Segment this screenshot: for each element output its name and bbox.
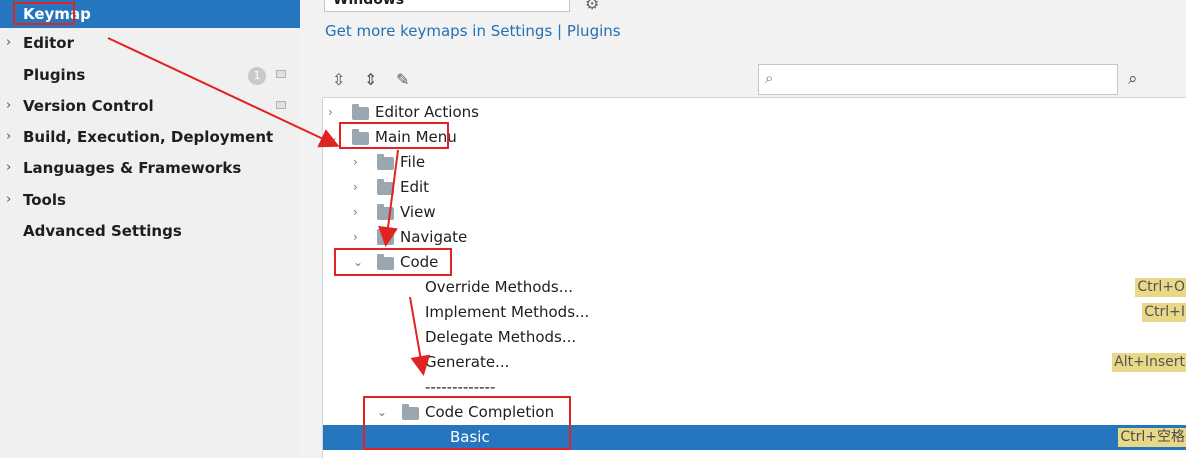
sidebar-item-tools[interactable]: › Tools — [0, 186, 300, 214]
sidebar-item-label: Editor — [23, 34, 74, 52]
tree-row-edit[interactable]: › Edit — [323, 175, 1186, 200]
tree-row-override-methods[interactable]: Override Methods... Ctrl+O — [323, 275, 1186, 300]
folder-icon — [352, 104, 369, 120]
project-level-icon — [276, 70, 286, 78]
tree-row-implement-methods[interactable]: Implement Methods... Ctrl+I — [323, 300, 1186, 325]
tree-row-label: Implement Methods... — [425, 303, 590, 321]
sidebar-item-label: Advanced Settings — [23, 222, 182, 240]
tree-row-navigate[interactable]: › Navigate — [323, 225, 1186, 250]
sidebar-item-label: Version Control — [23, 97, 154, 115]
sidebar-item-advanced-settings[interactable]: Advanced Settings — [0, 217, 300, 245]
tree-row-label: Override Methods... — [425, 278, 574, 296]
project-level-icon — [276, 101, 286, 109]
sidebar-item-label: Build, Execution, Deployment — [23, 128, 274, 146]
sidebar-item-editor[interactable]: › Editor — [0, 29, 300, 57]
folder-icon — [377, 229, 394, 245]
chevron-right-icon[interactable]: › — [353, 225, 358, 250]
tree-row-code[interactable]: ⌄ Code — [323, 250, 1186, 275]
sidebar-item-label: Languages & Frameworks — [23, 159, 242, 177]
keymap-dropdown[interactable]: Windows — [324, 0, 570, 12]
sidebar-item-version-control[interactable]: › Version Control — [0, 92, 300, 120]
keymap-panel: Windows ⚙ Get more keymaps in Settings |… — [300, 0, 1186, 458]
shortcut-badge: Ctrl+O — [1135, 278, 1186, 297]
gear-icon[interactable]: ⚙ — [585, 0, 599, 13]
shortcut-badge: Alt+Insert — [1112, 353, 1186, 372]
folder-icon — [377, 154, 394, 170]
chevron-right-icon[interactable]: › — [6, 29, 11, 57]
tree-row-generate[interactable]: Generate... Alt+Insert — [323, 350, 1186, 375]
sidebar-item-plugins[interactable]: Plugins 1 — [0, 61, 300, 89]
tree-row-delegate-methods[interactable]: Delegate Methods... — [323, 325, 1186, 350]
annotation-box-code — [334, 248, 452, 276]
tree-row-label: View — [400, 203, 436, 221]
tree-row-label: File — [400, 153, 426, 171]
tree-row-label: Delegate Methods... — [425, 328, 577, 346]
tree-row-file[interactable]: › File — [323, 150, 1186, 175]
folder-icon — [377, 204, 394, 220]
folder-icon — [377, 179, 394, 195]
search-input[interactable]: ⌕ — [758, 64, 1118, 95]
chevron-right-icon[interactable]: › — [6, 186, 11, 214]
chevron-right-icon[interactable]: › — [353, 200, 358, 225]
edit-pencil-icon[interactable]: ✎ — [396, 70, 409, 89]
search-icon[interactable]: ⌕ — [765, 69, 773, 87]
notification-badge: 1 — [248, 67, 266, 85]
chevron-right-icon[interactable]: › — [6, 154, 11, 182]
sidebar-item-label: Tools — [23, 191, 66, 209]
tree-row-label: Navigate — [400, 228, 468, 246]
chevron-right-icon[interactable]: › — [6, 92, 11, 120]
shortcut-badge: Ctrl+I — [1142, 303, 1186, 322]
annotation-box-main-menu — [339, 122, 449, 149]
find-by-shortcut-icon[interactable]: ⌕ — [1128, 69, 1138, 89]
chevron-right-icon[interactable]: › — [6, 123, 11, 151]
sidebar-item-build[interactable]: › Build, Execution, Deployment — [0, 123, 300, 151]
chevron-down-icon[interactable]: ⌄ — [328, 125, 338, 150]
sidebar-item-languages[interactable]: › Languages & Frameworks — [0, 154, 300, 182]
shortcut-badge: Ctrl+空格 — [1118, 428, 1186, 447]
tree-row-main-menu[interactable]: ⌄ Main Menu — [323, 125, 1186, 150]
tree-row-label: Generate... — [425, 353, 510, 371]
expand-all-icon[interactable]: ⇳ — [332, 70, 345, 89]
get-more-keymaps-link[interactable]: Get more keymaps in Settings | Plugins — [325, 22, 621, 40]
chevron-right-icon[interactable]: › — [328, 100, 333, 125]
chevron-right-icon[interactable]: › — [353, 150, 358, 175]
chevron-right-icon[interactable]: › — [353, 175, 358, 200]
settings-sidebar: Keymap › Editor Plugins 1 › Version Cont… — [0, 0, 300, 457]
tree-row-label: Edit — [400, 178, 430, 196]
tree-row-editor-actions[interactable]: › Editor Actions — [323, 100, 1186, 125]
tree-row-view[interactable]: › View — [323, 200, 1186, 225]
annotation-box-code-completion — [363, 396, 571, 450]
sidebar-item-label: Plugins — [23, 66, 86, 84]
annotation-box-keymap — [13, 2, 75, 25]
collapse-all-icon[interactable]: ⇕ — [364, 70, 377, 89]
